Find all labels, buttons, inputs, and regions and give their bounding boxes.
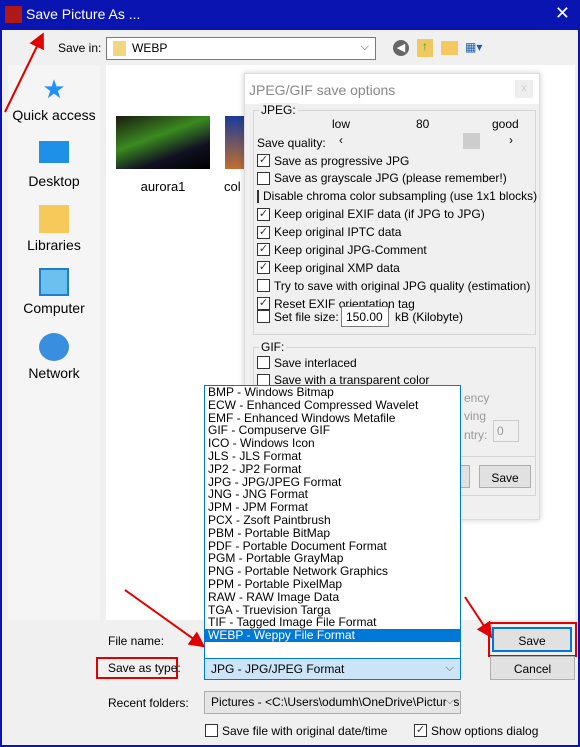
arrow-to-title: [4, 32, 44, 113]
annotation-arrows: [4, 32, 493, 648]
arrow-to-webp: [124, 589, 206, 648]
arrow-to-save: [464, 596, 493, 639]
